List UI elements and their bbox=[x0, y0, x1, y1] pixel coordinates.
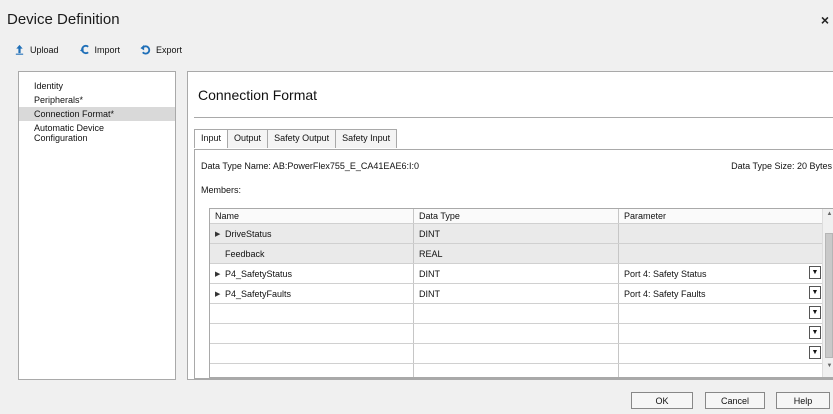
table-row[interactable]: ▶ DriveStatus DINT bbox=[210, 224, 833, 244]
navigation-tree: Identity Peripherals* Connection Format*… bbox=[18, 71, 176, 380]
header-parameter[interactable]: Parameter bbox=[619, 209, 823, 223]
tab-safety-output[interactable]: Safety Output bbox=[267, 129, 337, 148]
cancel-button[interactable]: Cancel bbox=[705, 392, 765, 409]
page-title: Connection Format bbox=[198, 87, 318, 103]
table-row-empty[interactable]: ▼ bbox=[210, 304, 833, 324]
member-type: REAL bbox=[414, 244, 619, 263]
members-label: Members: bbox=[201, 185, 242, 195]
import-icon bbox=[79, 44, 89, 55]
ok-button[interactable]: OK bbox=[631, 392, 693, 409]
export-icon bbox=[140, 44, 151, 55]
table-row-empty[interactable]: ▼ bbox=[210, 324, 833, 344]
import-label: Import bbox=[94, 44, 121, 55]
members-grid: Name Data Type Parameter ▶ DriveStatus DI… bbox=[209, 208, 833, 378]
upload-label: Upload bbox=[30, 44, 59, 55]
expand-icon[interactable]: ▶ bbox=[215, 270, 225, 278]
table-row[interactable]: ▶ P4_SafetyStatus DINT Port 4: Safety Sta… bbox=[210, 264, 833, 284]
title-divider bbox=[194, 117, 833, 118]
parameter-select[interactable]: Port 4: Safety Status bbox=[624, 269, 707, 279]
member-name: Feedback bbox=[225, 248, 265, 259]
member-parameter bbox=[619, 244, 823, 263]
dropdown-arrow-icon[interactable]: ▼ bbox=[809, 346, 821, 359]
export-label: Export bbox=[156, 44, 183, 55]
close-icon[interactable]: × bbox=[821, 12, 829, 28]
expand-icon[interactable]: ▶ bbox=[215, 290, 225, 298]
member-type: DINT bbox=[414, 264, 619, 283]
member-name: DriveStatus bbox=[225, 228, 272, 239]
dropdown-arrow-icon[interactable]: ▼ bbox=[809, 286, 821, 299]
table-row[interactable]: ▶ P4_SafetyFaults DINT Port 4: Safety Fau… bbox=[210, 284, 833, 304]
upload-button[interactable]: Upload bbox=[14, 44, 59, 55]
nav-item-automatic-device-configuration[interactable]: Automatic Device Configuration bbox=[19, 121, 175, 145]
member-name: P4_SafetyStatus bbox=[225, 268, 293, 279]
table-row[interactable]: Feedback REAL bbox=[210, 244, 833, 264]
help-button[interactable]: Help bbox=[776, 392, 830, 409]
table-row-empty[interactable]: ▼ bbox=[210, 344, 833, 364]
dropdown-arrow-icon[interactable]: ▼ bbox=[809, 266, 821, 279]
tab-strip: Input Output Safety Output Safety Input bbox=[194, 129, 398, 148]
tab-panel: Data Type Name: AB:PowerFlex755_E_CA41EA… bbox=[194, 149, 833, 379]
scroll-down-icon[interactable]: ▼ bbox=[823, 363, 833, 375]
window-title: Device Definition bbox=[7, 11, 120, 28]
tab-safety-input[interactable]: Safety Input bbox=[335, 129, 398, 148]
data-type-size: Data Type Size: 20 Bytes bbox=[731, 161, 832, 171]
parameter-select[interactable]: Port 4: Safety Faults bbox=[624, 289, 706, 299]
dropdown-arrow-icon[interactable]: ▼ bbox=[809, 306, 821, 319]
vertical-scrollbar[interactable]: ▲ ▼ bbox=[822, 209, 833, 377]
expand-icon[interactable]: ▶ bbox=[215, 230, 225, 238]
member-type: DINT bbox=[414, 224, 619, 243]
member-name: P4_SafetyFaults bbox=[225, 288, 292, 299]
import-button[interactable]: Import bbox=[79, 44, 121, 55]
export-button[interactable]: Export bbox=[140, 44, 182, 55]
member-type: DINT bbox=[414, 284, 619, 303]
header-data-type[interactable]: Data Type bbox=[414, 209, 619, 223]
dropdown-arrow-icon[interactable]: ▼ bbox=[809, 326, 821, 339]
nav-item-peripherals[interactable]: Peripherals* bbox=[19, 93, 175, 107]
member-parameter bbox=[619, 224, 823, 243]
toolbar: Upload Import Export bbox=[14, 44, 202, 55]
table-row-empty[interactable] bbox=[210, 364, 833, 377]
upload-icon bbox=[15, 44, 24, 55]
connection-format-panel: Connection Format Input Output Safety Ou… bbox=[187, 71, 833, 380]
tab-output[interactable]: Output bbox=[227, 129, 269, 148]
nav-item-connection-format[interactable]: Connection Format* bbox=[19, 107, 175, 121]
data-type-name: Data Type Name: AB:PowerFlex755_E_CA41EA… bbox=[201, 161, 419, 171]
tab-input[interactable]: Input bbox=[194, 129, 229, 148]
header-name[interactable]: Name bbox=[210, 209, 414, 223]
scroll-up-icon[interactable]: ▲ bbox=[823, 211, 833, 223]
nav-item-identity[interactable]: Identity bbox=[19, 79, 175, 93]
grid-header: Name Data Type Parameter bbox=[210, 209, 833, 224]
scrollbar-thumb[interactable] bbox=[825, 233, 833, 358]
